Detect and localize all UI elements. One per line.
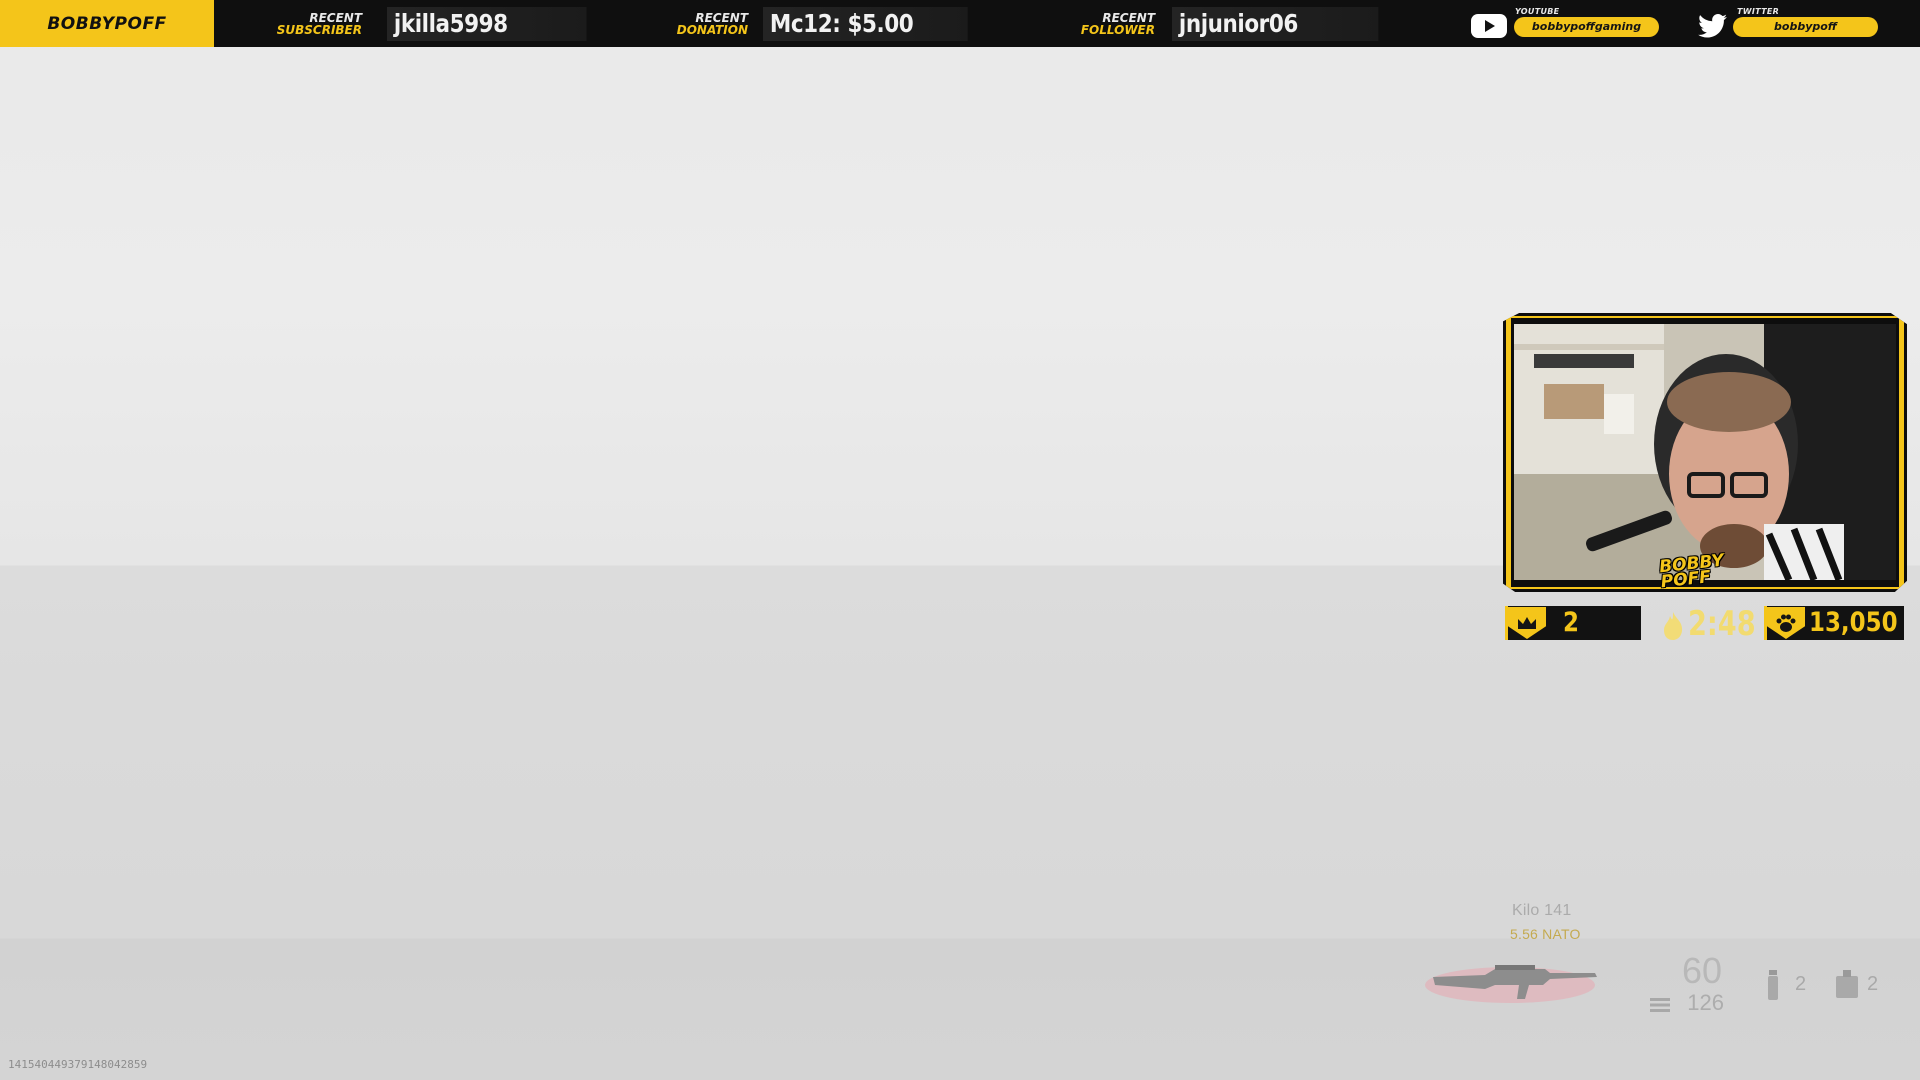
kills-value: 2 (1563, 607, 1579, 638)
twitter-caption: TWITTER (1737, 7, 1780, 16)
brand-label: BOBBYPOFF (47, 13, 167, 34)
weapon-name: Kilo 141 (1512, 902, 1572, 919)
reserve-ammo-icon (1650, 998, 1670, 1012)
twitter-icon[interactable] (1698, 14, 1727, 38)
tactical-equipment-icon (1836, 970, 1858, 998)
followers-counter: 13,050 (1764, 606, 1904, 640)
webcam-image (1514, 324, 1896, 580)
lethal-equipment-count: 2 (1795, 973, 1807, 995)
flame-icon (1664, 612, 1683, 640)
recent-follower-label: RECENT FOLLOWER (1080, 11, 1155, 37)
recent-donation-value: Mc12: $5.00 (763, 7, 968, 41)
ammo-type: 5.56 NATO (1510, 926, 1581, 942)
webcam-feed (1514, 324, 1896, 580)
youtube-icon[interactable] (1471, 14, 1507, 38)
channel-brand: BOBBYPOFF (0, 0, 214, 47)
reserve-ammo: 126 (1687, 990, 1724, 1015)
recent-subscriber-label: RECENT SUBSCRIBER (276, 11, 362, 37)
crown-skull-icon (1508, 607, 1546, 639)
recent-follower-value: jnjunior06 (1172, 7, 1379, 41)
recent-donation-label: RECENT DONATION (676, 11, 748, 37)
youtube-caption: YOUTUBE (1515, 7, 1560, 16)
rifle-icon (1425, 965, 1597, 1003)
build-id-watermark: 14154044937914804285​9 (8, 1058, 148, 1071)
recent-subscriber-value: jkilla5998 (387, 7, 587, 41)
lethal-equipment-icon (1768, 970, 1778, 1000)
magazine-ammo: 60 (1681, 950, 1722, 991)
youtube-handle-link[interactable]: bobbypoffgaming (1514, 17, 1659, 37)
paw-icon (1767, 607, 1805, 639)
kills-counter: 2 (1505, 606, 1641, 640)
twitter-handle-link[interactable]: bobbypoff (1733, 17, 1878, 37)
tactical-equipment-count: 2 (1867, 973, 1879, 995)
stream-overlay-topbar: BOBBYPOFF RECENT SUBSCRIBER jkilla5998 R… (0, 0, 1920, 47)
followers-value: 13,050 (1809, 607, 1898, 638)
stream-timer: 2:48 (1688, 604, 1756, 644)
